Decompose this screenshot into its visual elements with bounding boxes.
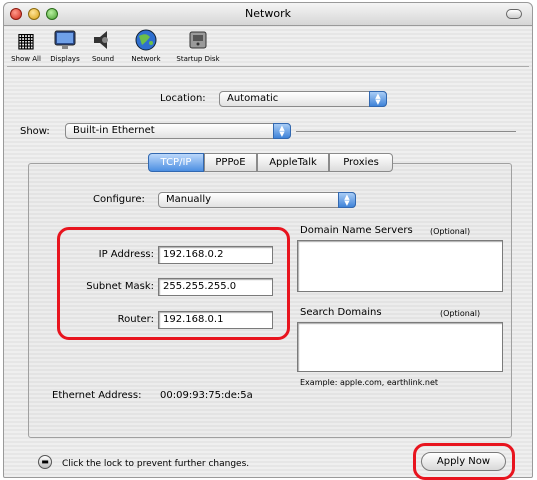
updown-arrows-icon: ▲ ▼ bbox=[273, 123, 291, 139]
search-optional-label: (Optional) bbox=[440, 309, 481, 318]
example-text: Example: apple.com, earthlink.net bbox=[300, 378, 439, 387]
toolbar-label: Show All bbox=[11, 55, 41, 63]
speaker-icon bbox=[90, 27, 116, 53]
updown-arrows-icon: ▲ ▼ bbox=[338, 192, 356, 208]
toolbar-show-all[interactable]: ▦ Show All bbox=[8, 27, 44, 63]
location-select[interactable]: Automatic ▲ ▼ bbox=[219, 91, 387, 107]
ethernet-address-label: Ethernet Address: bbox=[52, 390, 142, 401]
tab-appletalk[interactable]: AppleTalk bbox=[257, 153, 329, 172]
toolbar-label: Startup Disk bbox=[176, 55, 220, 63]
show-label: Show: bbox=[20, 126, 50, 137]
search-domains-field[interactable] bbox=[297, 322, 503, 372]
configure-select[interactable]: Manually ▲ ▼ bbox=[158, 192, 356, 208]
ethernet-address-value: 00:09:93:75:de:5a bbox=[160, 390, 253, 401]
configure-value: Manually bbox=[166, 194, 212, 205]
toolbar-divider bbox=[7, 66, 529, 67]
window-title: Network bbox=[245, 7, 291, 20]
title-bar: Network bbox=[4, 3, 532, 26]
dns-optional-label: (Optional) bbox=[430, 227, 471, 236]
tab-tcpip[interactable]: TCP/IP bbox=[148, 153, 204, 172]
toolbar-label: Displays bbox=[50, 55, 80, 63]
toolbar-toggle-button[interactable] bbox=[506, 9, 522, 19]
grid-icon: ▦ bbox=[16, 28, 36, 52]
dns-servers-field[interactable] bbox=[297, 240, 503, 292]
tab-proxies[interactable]: Proxies bbox=[329, 153, 393, 172]
disk-icon bbox=[185, 27, 211, 53]
updown-arrows-icon: ▲ ▼ bbox=[369, 91, 387, 107]
network-settings-highlight bbox=[57, 227, 290, 340]
search-domains-label: Search Domains bbox=[300, 307, 382, 318]
dns-label: Domain Name Servers bbox=[300, 225, 413, 236]
configure-label: Configure: bbox=[93, 194, 145, 205]
toolbar-displays[interactable]: Displays bbox=[48, 27, 82, 63]
location-label: Location: bbox=[160, 93, 206, 104]
separator-line bbox=[296, 131, 516, 132]
show-value: Built-in Ethernet bbox=[73, 125, 155, 136]
display-icon bbox=[52, 27, 78, 53]
toolbar-sound[interactable]: Sound bbox=[86, 27, 120, 63]
globe-icon bbox=[133, 27, 159, 53]
toolbar-startup-disk[interactable]: Startup Disk bbox=[172, 27, 224, 63]
lock-message: Click the lock to prevent further change… bbox=[62, 459, 250, 469]
show-select[interactable]: Built-in Ethernet ▲ ▼ bbox=[65, 123, 291, 139]
toolbar-label: Sound bbox=[91, 55, 115, 63]
apply-button-highlight bbox=[413, 443, 515, 480]
toolbar-label: Network bbox=[131, 55, 161, 63]
tab-pppoe[interactable]: PPPoE bbox=[204, 153, 257, 172]
lock-icon[interactable]: ▬ bbox=[38, 455, 52, 469]
location-value: Automatic bbox=[227, 93, 279, 104]
toolbar-network[interactable]: Network bbox=[124, 27, 168, 63]
